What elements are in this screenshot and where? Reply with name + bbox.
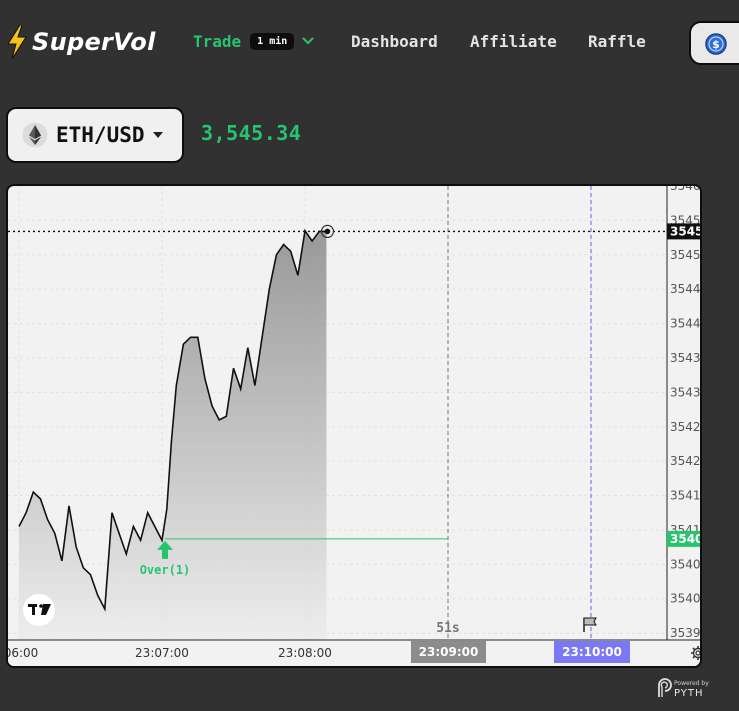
y-tick-label: 3543.50 [670,351,700,365]
nav-trade-label: Trade [193,31,242,51]
position-label: Over(1) [140,563,191,577]
brand-logo[interactable]: SuperVol [6,24,156,60]
y-tick-label: 3540.50 [670,557,700,571]
wallet-button[interactable]: $ [689,21,739,65]
ethereum-icon [22,122,48,148]
interval-badge[interactable]: 1 min [250,32,295,50]
y-tick-label: 3544.50 [670,282,700,296]
nav-trade[interactable]: Trade 1 min [193,28,314,54]
entry-price-tag: 3540.87 [670,532,700,546]
chevron-down-icon[interactable] [302,37,314,45]
pyth-icon: Powered by PYTH [658,678,709,699]
current-price-tag: 3545.34 [670,224,700,238]
current-price-dot [324,228,331,235]
y-tick-label: 3539.50 [670,626,700,640]
lightning-bolt-icon [7,25,27,59]
lock-time-tag: 23:09:00 [419,645,479,659]
current-price: 3,545.34 [201,121,302,145]
pair-selector[interactable]: ETH/USD [6,107,184,163]
tradingview-icon[interactable] [23,594,55,626]
x-tick-label: 23:07:00 [135,646,189,660]
caret-down-icon [152,132,163,138]
y-tick-label: 3545.00 [670,248,700,262]
pyth-caption: Powered by [674,680,709,687]
y-tick-label: 3544.00 [670,317,700,331]
chart-canvas[interactable]: Over(1)51s 3546.003545.503545.003544.503… [8,186,700,666]
y-tick-label: 3542.50 [670,420,700,434]
flag-icon [583,617,597,626]
y-tick-label: 3546.00 [670,186,700,193]
expiry-time-tag: 23:10:00 [562,645,622,659]
y-tick-label: 3541.50 [670,489,700,503]
pair-label: ETH/USD [56,123,145,147]
nav-dashboard[interactable]: Dashboard [351,28,438,54]
brand-name: SuperVol [32,28,156,56]
dollar-coin-icon: $ [705,33,727,55]
x-tick-label: 23:08:00 [278,646,332,660]
price-chart[interactable]: Over(1)51s 3546.003545.503545.003544.503… [6,184,702,668]
svg-text:$: $ [712,38,720,51]
pyth-wordmark: PYTH [674,688,704,699]
x-tick-label: :06:00 [8,646,38,660]
y-tick-label: 3542.00 [670,454,700,468]
nav-affiliate[interactable]: Affiliate [470,28,557,54]
nav-raffle[interactable]: Raffle [588,28,646,54]
y-tick-label: 3543.00 [670,385,700,399]
countdown-label: 51s [436,621,459,636]
y-tick-label: 3540.00 [670,592,700,606]
